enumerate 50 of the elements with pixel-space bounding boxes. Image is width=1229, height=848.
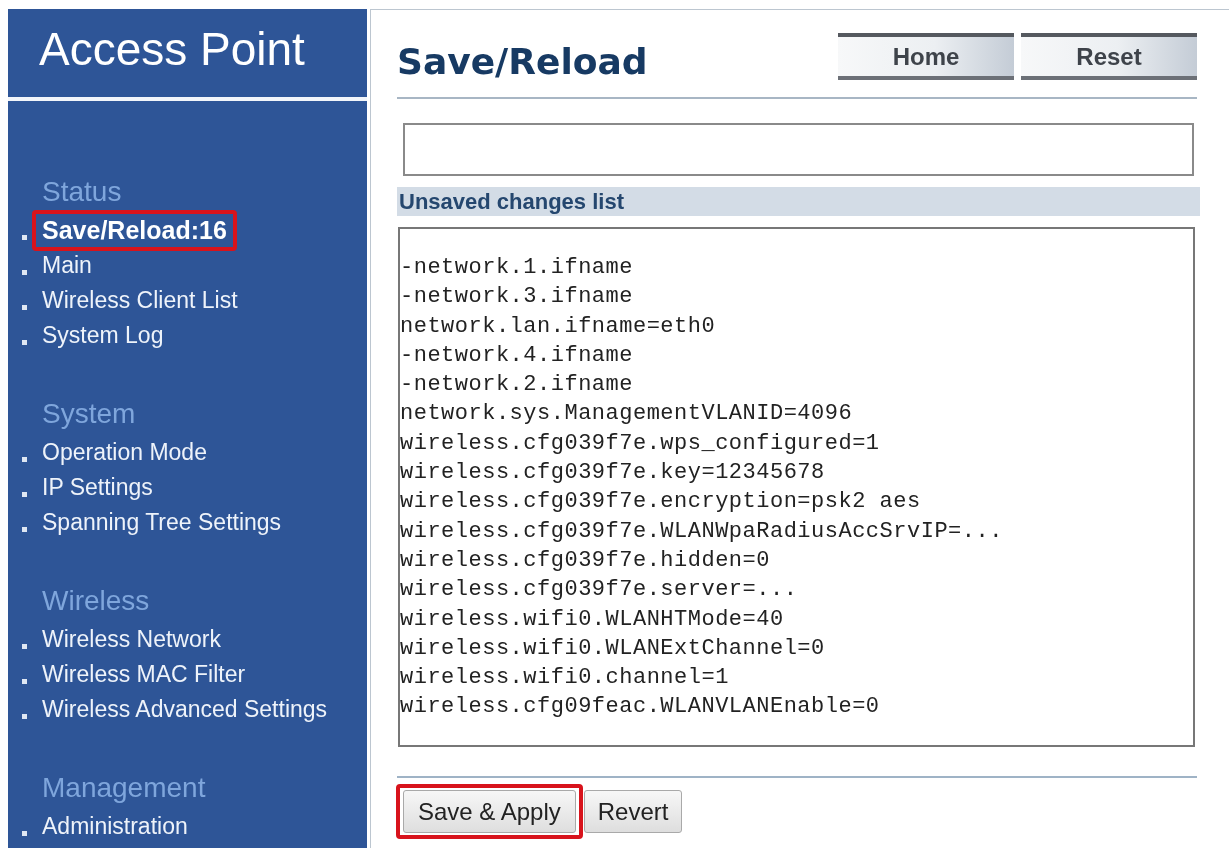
- bullet-icon: [22, 339, 27, 345]
- changes-list-field[interactable]: [398, 227, 1195, 747]
- change-entry: -network.2.ifname: [400, 371, 633, 400]
- bullet-icon: [22, 304, 27, 310]
- section-heading: Management: [41, 771, 207, 805]
- change-entry: wireless.wifi0.WLANHTMode=40: [400, 605, 784, 634]
- nav-link[interactable]: Wireless Advanced Settings: [42, 693, 328, 726]
- section-heading: Wireless: [41, 584, 151, 618]
- change-entry: wireless.cfg039f7e.server=...: [400, 576, 798, 605]
- change-entry: wireless.wifi0.WLANExtChannel=0: [400, 634, 825, 663]
- nav-link[interactable]: Save/Reload:16: [42, 214, 227, 247]
- change-entry: wireless.cfg039f7e.encryption=psk2 aes: [400, 488, 921, 517]
- bullet-icon: [22, 526, 27, 532]
- nav-link[interactable]: Administration: [42, 810, 188, 843]
- nav-link[interactable]: System Log: [42, 319, 164, 352]
- app-title: Access Point: [38, 22, 306, 77]
- nav-link[interactable]: Main: [42, 249, 92, 282]
- nav-link[interactable]: IP Settings: [42, 471, 153, 504]
- change-entry: network.lan.ifname=eth0: [400, 312, 716, 341]
- section-heading: Status: [41, 175, 123, 209]
- nav-link[interactable]: Wireless Client List: [42, 284, 238, 317]
- header-button[interactable]: Reset: [1021, 33, 1197, 80]
- nav-link[interactable]: Wireless Network: [42, 623, 221, 656]
- change-entry: wireless.wifi0.channel=1: [400, 664, 729, 693]
- change-entry: -network.3.ifname: [400, 283, 633, 312]
- header-button[interactable]: Home: [838, 33, 1014, 80]
- change-entry: wireless.cfg039f7e.wps_configured=1: [400, 429, 880, 458]
- bullet-icon: [22, 713, 27, 719]
- section-heading: System: [41, 397, 137, 431]
- bullet-icon: [22, 456, 27, 462]
- change-entry: wireless.cfg039f7e.hidden=0: [400, 546, 770, 575]
- page-title: Save/Reload: [397, 40, 648, 84]
- change-entry: wireless.cfg09feac.WLANVLANEnable=0: [400, 693, 880, 722]
- form-button[interactable]: Save & Apply: [403, 790, 576, 833]
- list-heading: Unsaved changes list: [397, 187, 1200, 216]
- change-entry: network.sys.ManagementVLANID=4096: [400, 400, 853, 429]
- nav-link[interactable]: Spanning Tree Settings: [42, 506, 282, 539]
- change-entry: wireless.cfg039f7e.key=12345678: [400, 459, 825, 488]
- change-entry: -network.4.ifname: [400, 341, 633, 370]
- bullet-icon: [22, 491, 27, 497]
- bullet-icon: [22, 269, 27, 275]
- form-button[interactable]: Revert: [583, 790, 683, 833]
- nav-link[interactable]: Operation Mode: [42, 436, 207, 469]
- bullet-icon: [22, 643, 27, 649]
- bullet-icon: [22, 830, 27, 836]
- nav-link[interactable]: Wireless MAC Filter: [42, 658, 246, 691]
- change-entry: -network.1.ifname: [400, 254, 633, 282]
- bullet-icon: [22, 678, 27, 684]
- bullet-icon: [22, 234, 27, 240]
- change-entry: wireless.cfg039f7e.WLANWpaRadiusAccSrvIP=...: [400, 517, 1003, 546]
